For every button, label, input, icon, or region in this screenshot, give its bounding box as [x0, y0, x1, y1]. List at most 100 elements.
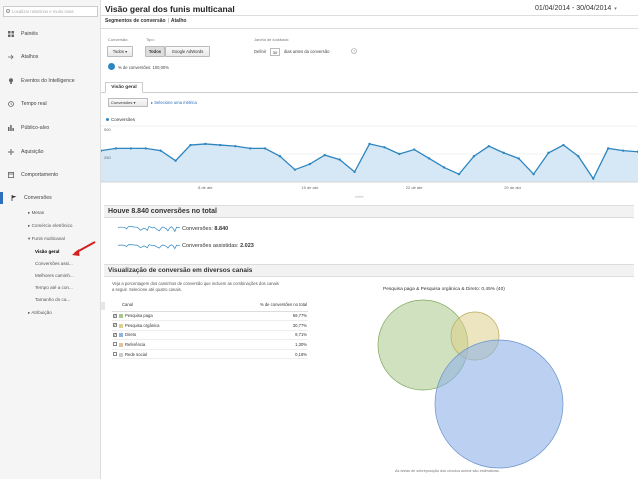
chart-point	[517, 157, 520, 160]
table-row[interactable]: Referência 1,30%	[112, 339, 308, 350]
chart-point	[338, 158, 341, 161]
sidebar-item-label: Público-alvo	[21, 125, 50, 131]
channel-checkbox[interactable]	[113, 322, 117, 328]
type-adwords-button[interactable]: Google AdWords	[165, 46, 210, 57]
table-row[interactable]: Pesquisa orgânica 30,77%	[112, 320, 308, 331]
separator: |	[167, 18, 169, 24]
channel-checkbox[interactable]	[113, 342, 117, 347]
sidebar-item-shortcuts[interactable]: Atalhos	[0, 51, 101, 63]
metric-dropdown[interactable]: Conversões ▾	[108, 98, 148, 107]
page-title: Visão geral dos funis multicanal	[105, 4, 235, 14]
channel-pct: 59,77%	[232, 311, 308, 322]
channel-checkbox[interactable]	[113, 313, 117, 318]
chart-point	[129, 147, 133, 150]
sidebar-item-label: Eventos do Intelligence	[21, 78, 75, 84]
search-icon	[6, 9, 10, 13]
channel-cell: Pesquisa paga	[112, 311, 232, 322]
chart-resize-handle[interactable]: ═══	[355, 194, 364, 199]
lookback-days-input[interactable]: 30	[270, 48, 280, 56]
percent-indicator-icon	[108, 63, 115, 70]
chart-point	[562, 143, 565, 147]
conversions-label: Conversões:	[182, 226, 213, 232]
channel-cell: Referência	[112, 339, 232, 350]
chart-point	[293, 168, 297, 171]
select-metric-text: Selecione uma métrica	[154, 100, 197, 105]
acquisition-icon	[8, 149, 14, 155]
sidebar-sub-assisted[interactable]: Conversões assi...	[35, 261, 73, 266]
channel-cell: Direto	[112, 330, 232, 341]
table-row[interactable]: Pesquisa paga 59,77%	[112, 311, 308, 322]
sidebar-sub-overview[interactable]: Visão geral	[35, 249, 59, 254]
sidebar-item-label: Comportamento	[21, 172, 59, 178]
channel-label: Rede social	[125, 351, 147, 357]
sidebar-sub-ecommerce[interactable]: ▸ Comércio eletrônico	[28, 223, 72, 229]
pct-conversions: % de conversões: 100,00%	[118, 65, 169, 70]
legend-dot	[106, 118, 109, 121]
conversions-sparkline	[118, 226, 180, 233]
type-all-button[interactable]: Todos	[145, 46, 165, 57]
chart-point	[606, 147, 610, 150]
sidebar-sub-attribution[interactable]: ▸ Atribuição	[28, 310, 52, 316]
table-row[interactable]: Direto 9,71%	[112, 330, 308, 341]
table-row[interactable]: Rede social 0,18%	[112, 349, 308, 360]
sidebar-item-realtime[interactable]: Tempo real	[0, 98, 101, 110]
sidebar-item-label: Tempo real	[21, 101, 47, 107]
chart-point	[144, 147, 147, 150]
date-range-picker[interactable]: 01/04/2014 - 30/04/2014 ▾	[535, 5, 617, 12]
chart-point	[398, 152, 401, 156]
select-metric-link[interactable]: ▸ Selecione uma métrica	[151, 100, 197, 105]
dashboard-icon	[8, 31, 14, 37]
channel-pct: 0,18%	[232, 349, 308, 360]
sidebar-item-label: Painéis	[21, 31, 39, 37]
sidebar-item-audience[interactable]: Público-alvo	[0, 122, 101, 134]
red-arrow-icon	[72, 241, 96, 256]
sidebar-item-conversions[interactable]: Conversões	[0, 192, 101, 204]
segments-link[interactable]: Segmentos de conversão	[105, 18, 166, 24]
x-tick-label: 22 de abr	[406, 185, 424, 190]
chart-point	[427, 157, 431, 160]
channel-pct: 9,71%	[232, 330, 308, 341]
sidebar-item-intelligence[interactable]: Eventos do Intelligence	[0, 75, 101, 87]
sidebar-sub-top-paths[interactable]: Melhores caminh...	[35, 273, 74, 278]
chart-point	[577, 155, 580, 158]
sidebar-item-dashboards[interactable]: Painéis	[0, 28, 101, 40]
search-placeholder: Localizar relatórios e muito mais	[12, 9, 74, 14]
help-icon[interactable]: ?	[351, 48, 357, 54]
chart-legend: Conversões	[106, 117, 135, 122]
sidebar-sub-multichannel[interactable]: ▾ Funis multicanal	[28, 236, 65, 242]
channel-checkbox[interactable]	[113, 352, 117, 357]
lookback-prefix: Definir	[254, 49, 267, 54]
sidebar-sub-path-length[interactable]: Tamanho do ca...	[35, 297, 70, 302]
summary-title: Houve 8.840 conversões no total	[104, 205, 634, 218]
divider	[101, 92, 638, 93]
chart-point	[502, 151, 505, 155]
people-icon	[8, 125, 14, 131]
conversion-dropdown[interactable]: Todos ▾	[107, 46, 133, 57]
venn-circle-direct	[434, 339, 564, 469]
chevron-down-icon: ▾	[614, 6, 617, 12]
shortcut-link[interactable]: Atalho	[171, 18, 187, 24]
sidebar-item-acquisition[interactable]: Aquisição	[0, 146, 101, 158]
channel-label: Pesquisa paga	[125, 313, 153, 319]
tab-overview[interactable]: Visão geral	[105, 82, 143, 93]
col-pct: % de conversões no total	[232, 299, 308, 312]
splitter-handle[interactable]	[101, 302, 105, 310]
sidebar-item-label: Aquisição	[21, 149, 44, 155]
chart-point	[547, 151, 550, 155]
chart-point	[278, 155, 282, 158]
channel-pct: 1,30%	[232, 339, 308, 350]
conversions-value: 8.840	[214, 226, 229, 232]
chart-point	[457, 172, 461, 176]
channel-cell: Rede social	[112, 349, 232, 360]
chart-area-fill	[101, 143, 638, 182]
sidebar-item-behavior[interactable]: Comportamento	[0, 169, 101, 181]
channel-checkbox[interactable]	[113, 332, 117, 337]
sidebar-sub-time-lag[interactable]: Tempo até a con...	[35, 285, 73, 290]
date-range-text: 01/04/2014 - 30/04/2014	[535, 5, 612, 12]
chart-point	[413, 148, 416, 151]
chart-point	[353, 170, 356, 174]
channel-label: Referência	[125, 342, 146, 348]
sidebar-sub-goals[interactable]: ▸ Metas	[28, 210, 44, 216]
search-input[interactable]: Localizar relatórios e muito mais	[3, 6, 98, 17]
chart-point	[174, 159, 177, 162]
